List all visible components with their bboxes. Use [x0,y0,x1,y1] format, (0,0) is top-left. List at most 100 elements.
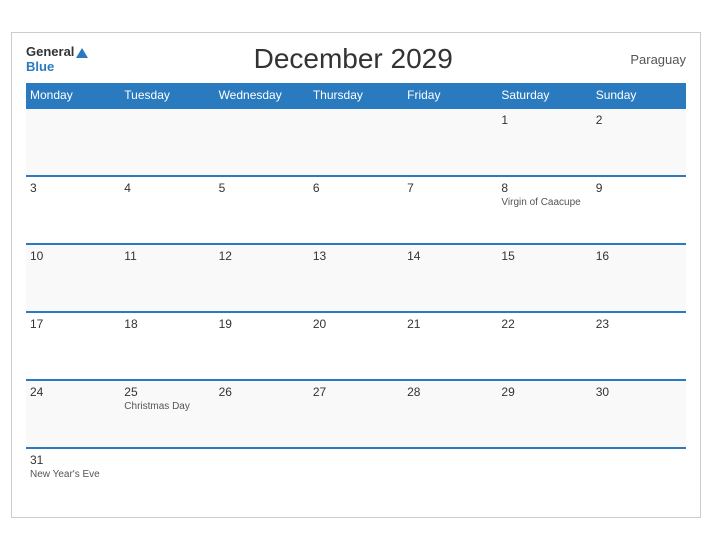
day-cell: 21 [403,312,497,380]
week-row-5: 24 25 Christmas Day 26 27 28 29 30 [26,380,686,448]
day-number: 14 [407,249,493,263]
day-cell: 22 [497,312,591,380]
month-title: December 2029 [90,43,616,75]
day-number: 21 [407,317,493,331]
day-cell: 8 Virgin of Caacupe [497,176,591,244]
day-cell: 27 [309,380,403,448]
day-cell: 4 [120,176,214,244]
day-cell [26,108,120,176]
calendar-header: General Blue December 2029 Paraguay [26,43,686,75]
day-number: 22 [501,317,587,331]
day-cell: 24 [26,380,120,448]
day-cell: 3 [26,176,120,244]
calendar-container: General Blue December 2029 Paraguay Mond… [11,32,701,518]
day-number: 3 [30,181,116,195]
day-cell [592,448,686,503]
day-cell [309,108,403,176]
day-cell [403,108,497,176]
day-number: 15 [501,249,587,263]
day-cell: 31 New Year's Eve [26,448,120,503]
logo: General Blue [26,45,90,73]
day-cell: 10 [26,244,120,312]
day-cell [309,448,403,503]
logo-text: General Blue [26,45,90,73]
day-cell: 26 [215,380,309,448]
day-number: 20 [313,317,399,331]
day-cell: 9 [592,176,686,244]
event-label: Virgin of Caacupe [501,197,587,208]
day-number: 10 [30,249,116,263]
day-number: 19 [219,317,305,331]
day-cell [120,108,214,176]
day-number: 24 [30,385,116,399]
calendar-table: Monday Tuesday Wednesday Thursday Friday… [26,83,686,503]
day-cell: 23 [592,312,686,380]
day-cell: 30 [592,380,686,448]
header-tuesday: Tuesday [120,83,214,108]
day-number: 28 [407,385,493,399]
day-number: 18 [124,317,210,331]
day-cell: 16 [592,244,686,312]
day-number: 4 [124,181,210,195]
logo-blue: Blue [26,59,54,74]
logo-general: General [26,44,74,59]
week-row-3: 10 11 12 13 14 15 16 [26,244,686,312]
event-label: New Year's Eve [30,469,116,480]
calendar-body: 12345678Virgin of Caacupe910111213141516… [26,108,686,503]
day-cell: 14 [403,244,497,312]
header-thursday: Thursday [309,83,403,108]
day-cell [120,448,214,503]
day-cell: 18 [120,312,214,380]
day-number: 23 [596,317,682,331]
day-cell: 11 [120,244,214,312]
day-number: 30 [596,385,682,399]
day-cell: 5 [215,176,309,244]
day-cell: 7 [403,176,497,244]
day-number: 16 [596,249,682,263]
day-number: 2 [596,113,682,127]
day-cell: 20 [309,312,403,380]
week-row-2: 345678 Virgin of Caacupe 9 [26,176,686,244]
day-cell: 2 [592,108,686,176]
day-cell: 13 [309,244,403,312]
day-number: 6 [313,181,399,195]
day-cell: 29 [497,380,591,448]
week-row-4: 17 18 19 20 21 22 23 [26,312,686,380]
day-number: 1 [501,113,587,127]
day-cell: 17 [26,312,120,380]
day-number: 27 [313,385,399,399]
weekday-header-row: Monday Tuesday Wednesday Thursday Friday… [26,83,686,108]
day-number: 25 [124,385,210,399]
country-label: Paraguay [616,52,686,67]
week-row-1: 12 [26,108,686,176]
day-number: 12 [219,249,305,263]
day-number: 9 [596,181,682,195]
day-number: 26 [219,385,305,399]
day-number: 8 [501,181,587,195]
day-number: 31 [30,453,116,467]
day-cell [497,448,591,503]
header-sunday: Sunday [592,83,686,108]
day-cell: 28 [403,380,497,448]
day-cell: 1 [497,108,591,176]
day-cell: 19 [215,312,309,380]
event-label: Christmas Day [124,401,210,412]
day-cell: 15 [497,244,591,312]
logo-triangle-icon [75,46,89,60]
header-saturday: Saturday [497,83,591,108]
day-cell [215,108,309,176]
day-cell: 12 [215,244,309,312]
day-number: 29 [501,385,587,399]
day-number: 17 [30,317,116,331]
day-number: 11 [124,249,210,263]
day-number: 5 [219,181,305,195]
day-cell: 6 [309,176,403,244]
day-number: 13 [313,249,399,263]
header-friday: Friday [403,83,497,108]
header-monday: Monday [26,83,120,108]
day-number: 7 [407,181,493,195]
header-wednesday: Wednesday [215,83,309,108]
day-cell [215,448,309,503]
day-cell: 25 Christmas Day [120,380,214,448]
week-row-6: 31 New Year's Eve [26,448,686,503]
